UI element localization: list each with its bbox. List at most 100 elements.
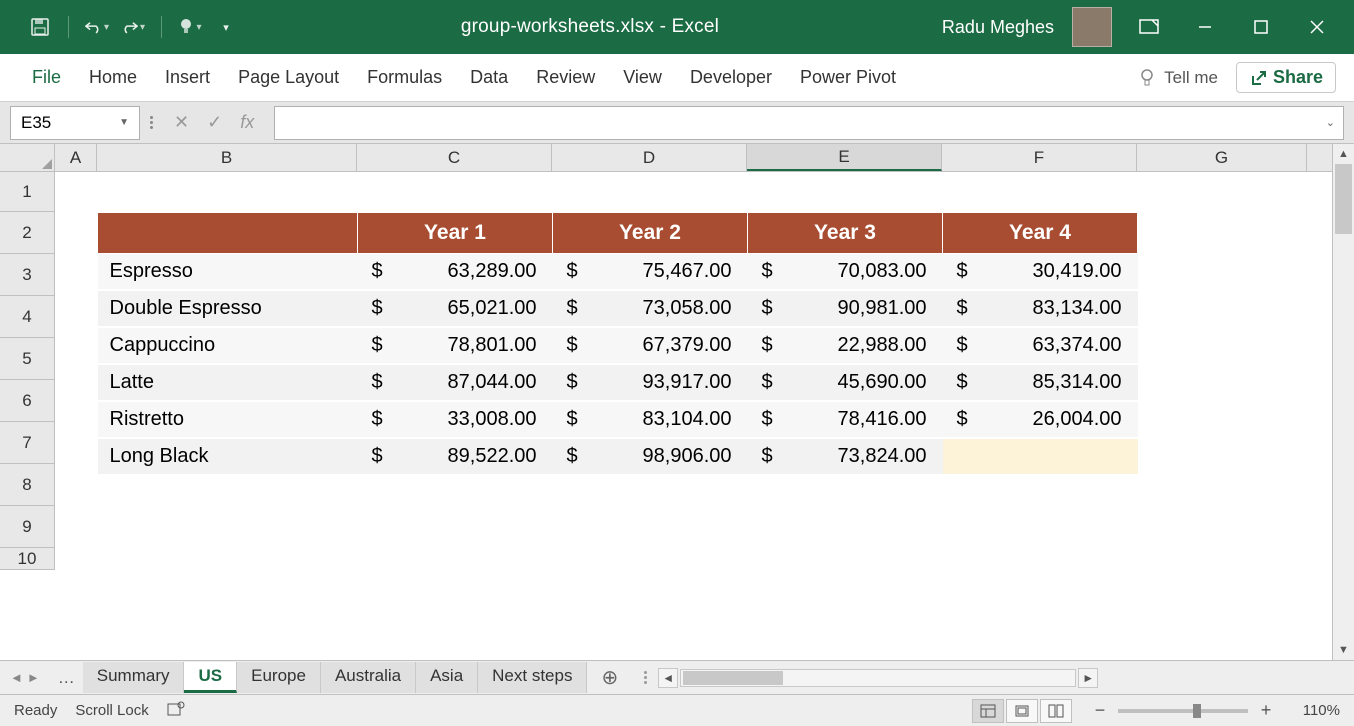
table-cell[interactable]: $73,058.00	[553, 290, 748, 327]
macro-record-icon[interactable]	[167, 701, 185, 721]
table-cell[interactable]: $30,419.00	[943, 254, 1138, 291]
sheet-tab-next-steps[interactable]: Next steps	[478, 662, 587, 693]
page-layout-view-button[interactable]	[1006, 699, 1038, 723]
table-cell[interactable]: $45,690.00	[748, 364, 943, 401]
row-header-1[interactable]: 1	[0, 172, 55, 212]
row-header-10[interactable]: 10	[0, 548, 55, 570]
row-header-5[interactable]: 5	[0, 338, 55, 380]
column-header-D[interactable]: D	[552, 144, 747, 171]
zoom-slider[interactable]: − +	[1090, 700, 1276, 721]
horizontal-scrollbar[interactable]: ◄ ►	[658, 668, 1108, 688]
table-cell[interactable]: $93,917.00	[553, 364, 748, 401]
table-row-name[interactable]: Ristretto	[98, 401, 358, 438]
select-all-corner[interactable]	[0, 144, 55, 171]
ribbon-tab-insert[interactable]: Insert	[151, 54, 224, 101]
share-button[interactable]: Share	[1236, 62, 1336, 93]
row-header-6[interactable]: 6	[0, 380, 55, 422]
undo-icon[interactable]: ▾	[85, 15, 109, 39]
table-header[interactable]: Year 1	[358, 213, 553, 254]
zoom-out-button[interactable]: −	[1090, 700, 1110, 721]
ribbon-tab-view[interactable]: View	[609, 54, 676, 101]
ribbon-tab-page-layout[interactable]: Page Layout	[224, 54, 353, 101]
ribbon-tab-review[interactable]: Review	[522, 54, 609, 101]
table-cell[interactable]: $67,379.00	[553, 327, 748, 364]
column-header-G[interactable]: G	[1137, 144, 1307, 171]
table-cell[interactable]: $83,134.00	[943, 290, 1138, 327]
table-cell[interactable]: $33,008.00	[358, 401, 553, 438]
table-cell[interactable]: $83,104.00	[553, 401, 748, 438]
table-cell[interactable]: $87,044.00	[358, 364, 553, 401]
name-box[interactable]: E35 ▼	[10, 106, 140, 140]
column-header-B[interactable]: B	[97, 144, 357, 171]
ribbon-tab-data[interactable]: Data	[456, 54, 522, 101]
formula-input[interactable]: ⌄	[274, 106, 1344, 140]
row-header-2[interactable]: 2	[0, 212, 55, 254]
table-header[interactable]	[98, 213, 358, 254]
table-cell[interactable]: $78,801.00	[358, 327, 553, 364]
table-cell[interactable]: $63,374.00	[943, 327, 1138, 364]
table-cell[interactable]: $75,467.00	[553, 254, 748, 291]
enter-formula-icon[interactable]: ✓	[207, 112, 222, 133]
qat-customize-icon[interactable]: ▾	[214, 15, 238, 39]
sheet-nav[interactable]: ◄►	[0, 670, 50, 685]
worksheet-grid[interactable]: ABCDEFG12345678910Year 1Year 2Year 3Year…	[0, 144, 1354, 660]
table-row-name[interactable]: Cappuccino	[98, 327, 358, 364]
save-icon[interactable]	[28, 15, 52, 39]
ribbon-display-icon[interactable]	[1130, 8, 1168, 46]
ribbon-tab-formulas[interactable]: Formulas	[353, 54, 456, 101]
expand-formula-icon[interactable]: ⌄	[1326, 116, 1335, 129]
ribbon-tab-file[interactable]: File	[18, 54, 75, 101]
sheet-overflow[interactable]: …	[50, 668, 83, 688]
table-row-name[interactable]: Long Black	[98, 438, 358, 475]
scroll-right-icon[interactable]: ►	[1078, 668, 1098, 688]
table-cell[interactable]: $63,289.00	[358, 254, 553, 291]
ribbon-tab-developer[interactable]: Developer	[676, 54, 786, 101]
minimize-button[interactable]	[1186, 8, 1224, 46]
table-cell[interactable]: $22,988.00	[748, 327, 943, 364]
avatar[interactable]	[1072, 7, 1112, 47]
table-header[interactable]: Year 3	[748, 213, 943, 254]
table-cell[interactable]	[943, 438, 1138, 475]
zoom-in-button[interactable]: +	[1256, 700, 1276, 721]
sheet-tab-asia[interactable]: Asia	[416, 662, 478, 693]
column-header-C[interactable]: C	[357, 144, 552, 171]
table-row-name[interactable]: Double Espresso	[98, 290, 358, 327]
sheet-tab-summary[interactable]: Summary	[83, 662, 185, 693]
table-header[interactable]: Year 2	[553, 213, 748, 254]
table-row-name[interactable]: Espresso	[98, 254, 358, 291]
chevron-down-icon[interactable]: ▼	[119, 117, 129, 128]
sheet-tab-europe[interactable]: Europe	[237, 662, 321, 693]
ribbon-tab-home[interactable]: Home	[75, 54, 151, 101]
lightbulb-icon[interactable]: ▾	[178, 15, 202, 39]
page-break-view-button[interactable]	[1040, 699, 1072, 723]
add-sheet-button[interactable]: ⊕	[587, 665, 632, 690]
row-header-7[interactable]: 7	[0, 422, 55, 464]
tell-me[interactable]: Tell me	[1138, 67, 1218, 89]
sheet-tab-australia[interactable]: Australia	[321, 662, 416, 693]
column-header-A[interactable]: A	[55, 144, 97, 171]
redo-icon[interactable]: ▾	[121, 15, 145, 39]
scroll-left-icon[interactable]: ◄	[658, 668, 678, 688]
fx-icon[interactable]: fx	[240, 112, 254, 133]
table-cell[interactable]: $26,004.00	[943, 401, 1138, 438]
column-header-F[interactable]: F	[942, 144, 1137, 171]
table-cell[interactable]: $90,981.00	[748, 290, 943, 327]
column-header-E[interactable]: E	[747, 144, 942, 171]
table-cell[interactable]: $70,083.00	[748, 254, 943, 291]
vertical-scrollbar[interactable]: ▲ ▼	[1332, 144, 1354, 660]
zoom-percent[interactable]: 110%	[1294, 702, 1340, 719]
table-header[interactable]: Year 4	[943, 213, 1138, 254]
table-cell[interactable]: $65,021.00	[358, 290, 553, 327]
row-header-8[interactable]: 8	[0, 464, 55, 506]
scroll-up-icon[interactable]: ▲	[1333, 144, 1354, 164]
ribbon-tab-power-pivot[interactable]: Power Pivot	[786, 54, 910, 101]
table-cell[interactable]: $89,522.00	[358, 438, 553, 475]
table-row-name[interactable]: Latte	[98, 364, 358, 401]
table-cell[interactable]: $78,416.00	[748, 401, 943, 438]
close-button[interactable]	[1298, 8, 1336, 46]
row-header-3[interactable]: 3	[0, 254, 55, 296]
row-header-9[interactable]: 9	[0, 506, 55, 548]
normal-view-button[interactable]	[972, 699, 1004, 723]
scroll-down-icon[interactable]: ▼	[1333, 640, 1354, 660]
table-cell[interactable]: $98,906.00	[553, 438, 748, 475]
